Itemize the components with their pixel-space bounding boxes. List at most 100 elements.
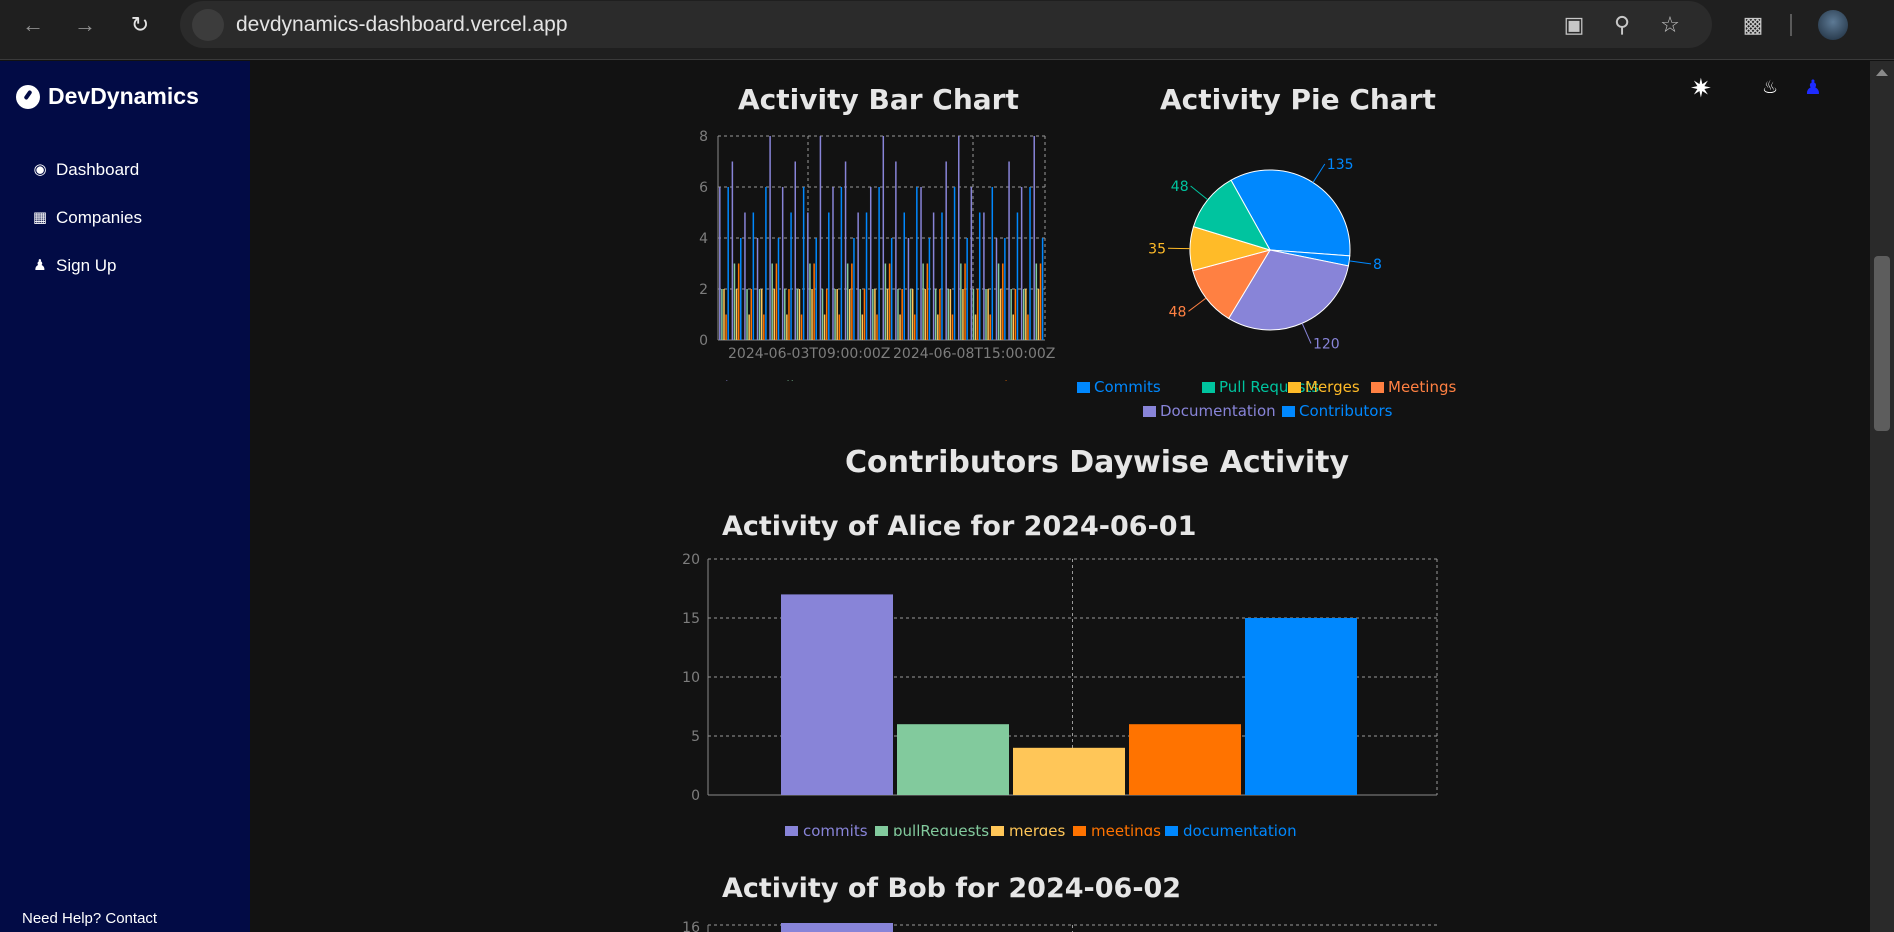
bar-merges bbox=[1025, 289, 1027, 340]
url-text[interactable]: devdynamics-dashboard.vercel.app bbox=[236, 13, 568, 37]
bar-meetings bbox=[725, 314, 727, 340]
bar-commits bbox=[756, 238, 759, 340]
bar-documentation bbox=[828, 212, 830, 340]
bar-documentation bbox=[802, 187, 805, 340]
extensions-icon[interactable]: ▩ bbox=[1738, 10, 1768, 40]
bar-documentation bbox=[903, 212, 906, 340]
scroll-thumb[interactable] bbox=[1874, 256, 1890, 431]
bar-commits bbox=[807, 212, 809, 340]
bar-pullRequests bbox=[1035, 263, 1038, 340]
x-tick-label: 2024-06-03T09:00:00Z bbox=[728, 346, 890, 362]
y-tick-label: 6 bbox=[699, 180, 708, 196]
pie-value-label: 35 bbox=[1148, 241, 1166, 257]
activity-pie-chart[interactable]: 1358120483548Commits Pull RequestsMerges M… bbox=[1050, 101, 1730, 421]
bar-documentation bbox=[953, 187, 956, 340]
pie-value-label: 48 bbox=[1169, 304, 1187, 320]
bar-meetings bbox=[876, 314, 878, 340]
bar-commits bbox=[995, 238, 998, 340]
bar-pullRequests bbox=[934, 289, 937, 340]
legend-label: merges bbox=[884, 378, 940, 381]
bar-commits bbox=[844, 161, 847, 340]
bar-pullRequests bbox=[872, 289, 874, 340]
brand[interactable]: DevDynamics bbox=[16, 83, 199, 110]
bar-commits bbox=[781, 187, 784, 340]
legend-swatch bbox=[1288, 382, 1301, 393]
y-tick-label: 4 bbox=[699, 231, 708, 247]
legend-label: meetings bbox=[1091, 822, 1161, 836]
gauge-icon bbox=[16, 84, 40, 109]
bar-pullRequests bbox=[1022, 289, 1025, 340]
bar-meetings bbox=[800, 314, 803, 340]
activity-bar-chart[interactable]: 0 2 4 6 8 2024-06-03T09:00:00Z 2024-06-08T15:0… bbox=[670, 101, 1090, 381]
sidebar-item-label: Companies bbox=[56, 208, 142, 227]
bar-documentation bbox=[853, 238, 855, 340]
browser-toolbar: ← → ↻ devdynamics-dashboard.vercel.app ▣… bbox=[0, 0, 1894, 60]
bell-icon[interactable]: ♨ bbox=[1762, 77, 1778, 98]
bar-pullRequests bbox=[960, 263, 962, 340]
sidebar-item-companies[interactable]: ▦ Companies bbox=[32, 208, 142, 228]
legend-label: meetings bbox=[965, 378, 1035, 381]
bar-commits bbox=[932, 212, 935, 340]
bar-meetings bbox=[926, 263, 929, 340]
legend-swatch bbox=[875, 826, 888, 836]
sidebar-item-label: Sign Up bbox=[56, 256, 117, 275]
profile-avatar[interactable] bbox=[1818, 10, 1848, 40]
bar-meetings bbox=[951, 314, 954, 340]
bar-merges bbox=[760, 289, 763, 340]
bar-pullRequests bbox=[909, 289, 912, 340]
pie-label-line bbox=[1301, 323, 1312, 344]
back-arrow-icon[interactable]: ← bbox=[18, 10, 48, 40]
bar-merges bbox=[1037, 289, 1040, 340]
bar-documentation bbox=[790, 212, 792, 340]
bar-merges bbox=[949, 289, 952, 340]
bar-documentation bbox=[1245, 618, 1357, 795]
bar-merges bbox=[723, 289, 725, 340]
bar-pullRequests bbox=[733, 263, 736, 340]
address-bar[interactable]: devdynamics-dashboard.vercel.app ▣ ⚲ ☆ bbox=[180, 1, 1712, 48]
legend-label: merges bbox=[1009, 822, 1065, 836]
legend-swatch bbox=[1073, 826, 1086, 836]
bar-pullRequests bbox=[784, 289, 786, 340]
theme-toggle-icon[interactable]: ✷ bbox=[1690, 73, 1712, 104]
reload-icon[interactable]: ↻ bbox=[125, 10, 155, 40]
y-tick-label: 0 bbox=[691, 788, 700, 804]
help-contact-link[interactable]: Need Help? Contact bbox=[22, 910, 157, 927]
bob-activity-chart[interactable]: 16 bbox=[650, 911, 1450, 932]
bar-merges bbox=[924, 289, 926, 340]
bar-documentation bbox=[777, 238, 780, 340]
forward-arrow-icon[interactable]: → bbox=[70, 10, 100, 40]
sidebar-item-dashboard[interactable]: ◉ Dashboard bbox=[32, 160, 139, 180]
page-scrollbar[interactable] bbox=[1870, 61, 1894, 932]
site-info-icon[interactable] bbox=[192, 9, 224, 41]
bar-commits bbox=[869, 187, 872, 340]
bar-meetings bbox=[888, 263, 891, 340]
bar-merges bbox=[735, 289, 738, 340]
pie-value-label: 120 bbox=[1313, 336, 1340, 352]
bar-commits bbox=[719, 187, 721, 340]
user-icon[interactable]: ♟ bbox=[1804, 75, 1822, 100]
bar-pullRequests bbox=[897, 289, 899, 340]
alice-activity-chart[interactable]: 0 5 10 15 20 commits pullRequests merges meeting… bbox=[650, 541, 1450, 836]
sidebar-item-sign-up[interactable]: ♟ Sign Up bbox=[32, 256, 116, 276]
bar-commits bbox=[1008, 161, 1010, 340]
bar-merges bbox=[911, 289, 914, 340]
bookmark-star-icon[interactable]: ☆ bbox=[1656, 11, 1684, 39]
zoom-icon[interactable]: ⚲ bbox=[1608, 11, 1636, 39]
bar-commits bbox=[731, 161, 734, 340]
pie-label-line bbox=[1188, 297, 1207, 312]
bar-pullRequests bbox=[972, 289, 975, 340]
bar-meetings bbox=[913, 314, 916, 340]
bar-documentation bbox=[1029, 187, 1031, 340]
bar-documentation bbox=[752, 212, 755, 340]
scroll-up-arrow-icon[interactable] bbox=[1876, 69, 1888, 76]
main-content: ✷ ♨ ♟ Activity Bar Chart Activity Pie Ch… bbox=[250, 61, 1870, 932]
bar-pullRequests bbox=[796, 289, 799, 340]
bar-documentation bbox=[941, 212, 943, 340]
bar-merges bbox=[874, 289, 876, 340]
bar-commits bbox=[781, 594, 893, 795]
section-title: Contributors Daywise Activity bbox=[845, 445, 1350, 480]
pie-value-label: 8 bbox=[1373, 257, 1382, 273]
bar-commits bbox=[857, 212, 859, 340]
bar-pullRequests bbox=[721, 289, 723, 340]
install-app-icon[interactable]: ▣ bbox=[1560, 11, 1588, 39]
